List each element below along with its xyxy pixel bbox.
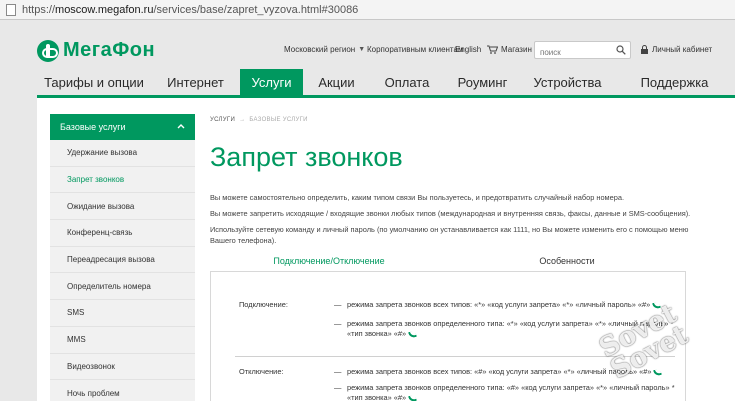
nav-item-devices[interactable]: Устройства	[521, 69, 614, 95]
search-input[interactable]	[535, 44, 609, 61]
connect-command-text: режима запрета звонков всех типов: «*» «…	[347, 300, 651, 309]
sidebar-item-video-call[interactable]: Видеозвонок	[50, 354, 195, 381]
page-icon	[6, 3, 16, 16]
nav-item-payment[interactable]: Оплата	[370, 69, 444, 95]
bullet-dash: —	[334, 367, 342, 376]
megafon-logo[interactable]: МегаФон	[37, 39, 155, 62]
tab-bar: Подключение/Отключение Особенности	[210, 251, 686, 271]
connect-label: Подключение:	[239, 300, 288, 309]
intro-paragraph: Используйте сетевую команду и личный пар…	[210, 225, 689, 245]
phone-icon[interactable]	[408, 329, 418, 339]
disconnect-label: Отключение:	[239, 367, 284, 376]
page-title: Запрет звонков	[210, 142, 403, 172]
sidebar: Базовые услуги Удержание вызова Запрет з…	[50, 114, 195, 401]
nav-item-internet[interactable]: Интернет	[151, 69, 240, 95]
sidebar-item-sms[interactable]: SMS	[50, 300, 195, 327]
breadcrumb: УСЛУГИ → БАЗОВЫЕ УСЛУГИ	[210, 117, 308, 123]
intro-paragraph: Вы можете самостоятельно определить, как…	[210, 193, 625, 202]
shop-label: Магазин	[501, 45, 532, 54]
connect-command: — режима запрета звонков всех типов: «*» …	[334, 300, 677, 310]
bullet-dash: —	[334, 319, 342, 328]
nav-item-services[interactable]: Услуги	[240, 69, 303, 95]
corporate-link[interactable]: Корпоративным клиентам	[367, 45, 463, 54]
url-text[interactable]: https://moscow.megafon.ru/services/base/…	[22, 4, 358, 16]
breadcrumb-separator: →	[239, 117, 246, 123]
nav-item-support[interactable]: Поддержка	[614, 69, 735, 95]
site-header: МегаФон Московский регион ▼ Корпоративны…	[0, 20, 735, 70]
phone-icon[interactable]	[408, 393, 418, 401]
chevron-up-icon	[177, 124, 185, 129]
disconnect-command-text: режима запрета звонков всех типов: «#» «…	[347, 367, 652, 376]
breadcrumb-parent[interactable]: УСЛУГИ	[210, 117, 235, 123]
page: МегаФон Московский регион ▼ Корпоративны…	[0, 20, 735, 401]
url-path: /services/base/zapret_vyzova.html#30086	[153, 3, 359, 16]
language-label: English	[455, 45, 482, 54]
sidebar-item-mms[interactable]: MMS	[50, 327, 195, 354]
bullet-dash: —	[334, 383, 342, 392]
url-host: moscow.megafon.ru	[55, 3, 154, 16]
logo-text: МегаФон	[63, 39, 156, 61]
breadcrumb-current: БАЗОВЫЕ УСЛУГИ	[249, 117, 308, 123]
sidebar-item-call-barring[interactable]: Запрет звонков	[50, 167, 195, 194]
search-icon[interactable]	[616, 45, 626, 55]
account-label: Личный кабинет	[652, 45, 713, 54]
nav-item-roaming[interactable]: Роуминг	[444, 69, 521, 95]
bullet-dash: —	[334, 300, 342, 309]
main-nav: Тарифы и опции Интернет Услуги Акции Опл…	[37, 69, 735, 95]
sidebar-item-night[interactable]: Ночь проблем	[50, 380, 195, 401]
corporate-label: Корпоративным клиентам	[367, 45, 464, 54]
shop-link[interactable]: Магазин	[487, 45, 532, 54]
intro-paragraph: Вы можете запретить исходящие / входящие…	[210, 209, 691, 218]
sidebar-heading[interactable]: Базовые услуги	[50, 114, 195, 140]
language-link[interactable]: English	[455, 45, 481, 54]
tab-features[interactable]: Особенности	[448, 251, 686, 271]
tab-connect-disconnect[interactable]: Подключение/Отключение	[210, 251, 448, 271]
lock-icon	[641, 45, 648, 54]
chevron-down-icon: ▼	[358, 46, 366, 53]
sidebar-item-caller-id[interactable]: Определитель номера	[50, 273, 195, 301]
megafon-logo-icon	[37, 39, 59, 62]
account-link[interactable]: Личный кабинет	[640, 45, 712, 54]
sidebar-item-conference[interactable]: Конференц-связь	[50, 220, 195, 247]
sidebar-item-call-waiting[interactable]: Ожидание вызова	[50, 193, 195, 221]
browser-address-bar[interactable]: https://moscow.megafon.ru/services/base/…	[0, 0, 735, 20]
sidebar-item-call-hold[interactable]: Удержание вызова	[50, 140, 195, 167]
region-label: Московский регион	[284, 45, 356, 54]
sidebar-heading-label: Базовые услуги	[60, 122, 126, 132]
region-selector[interactable]: Московский регион ▼	[284, 45, 365, 54]
sidebar-item-call-forwarding[interactable]: Переадресация вызова	[50, 247, 195, 274]
nav-item-promotions[interactable]: Акции	[303, 69, 370, 95]
cart-icon	[487, 45, 498, 54]
nav-item-tariffs[interactable]: Тарифы и опции	[37, 69, 151, 95]
url-prefix: https://	[22, 3, 56, 16]
search-box	[534, 41, 631, 61]
